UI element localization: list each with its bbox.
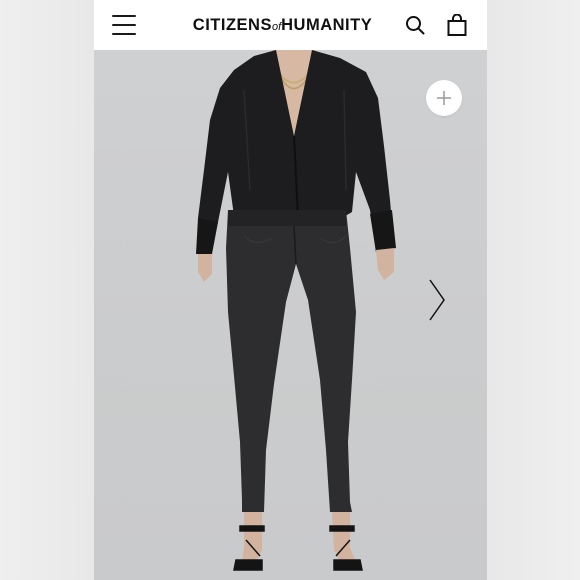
search-icon[interactable]: [403, 13, 427, 37]
product-page: CITIZENSofHUMANITY: [94, 0, 487, 580]
zoom-button[interactable]: [426, 80, 462, 116]
page-margin-left: [0, 0, 94, 580]
brand-name-first: CITIZENS: [192, 15, 272, 34]
brand-name-last: HUMANITY: [281, 15, 373, 34]
shopping-bag-icon[interactable]: [445, 13, 469, 37]
brand-name-of: of: [271, 20, 282, 33]
product-image[interactable]: [94, 50, 487, 580]
page-margin-right: [487, 0, 580, 580]
brand-logo[interactable]: CITIZENSofHUMANITY: [193, 16, 372, 35]
next-image-button[interactable]: [424, 276, 450, 324]
black-jeans: [226, 210, 356, 512]
plus-icon: [437, 91, 451, 105]
model-foot-right: [332, 512, 356, 562]
model-hand-right: [376, 248, 394, 280]
header-actions: [403, 13, 469, 37]
site-header: CITIZENSofHUMANITY: [94, 0, 487, 50]
model-hand-left: [198, 254, 212, 282]
chevron-right-icon: [429, 279, 445, 321]
hamburger-menu-icon[interactable]: [112, 15, 136, 35]
